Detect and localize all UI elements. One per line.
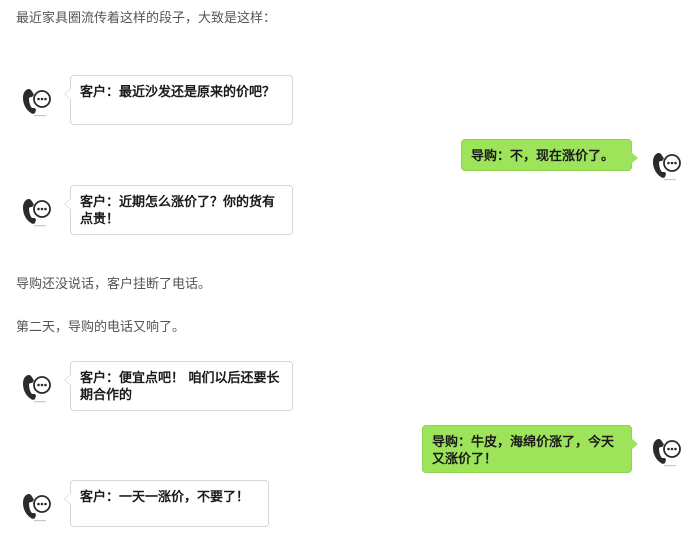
sales-message: 导购：牛皮，海绵价涨了，今天又涨价了！ [422,425,638,473]
phone-chat-icon [650,434,684,468]
sales-message: 导购：不，现在涨价了。 [461,139,638,171]
narration-text: 第二天，导购的电话又响了。 [16,320,186,335]
phone-chat-icon [20,84,54,118]
phone-chat-icon [20,370,54,404]
customer-message: 客户：近期怎么涨价了？你的货有点贵！ [64,185,293,235]
intro-text: 最近家具圈流传着这样的段子，大致是这样： [16,11,277,26]
narration-text: 导购还没说话，客户挂断了电话。 [16,277,212,292]
phone-chat-icon [20,489,54,523]
customer-message: 客户：便宜点吧！ 咱们以后还要长期合作的 [64,361,293,411]
phone-chat-icon [650,148,684,182]
customer-message: 客户：一天一涨价，不要了！ [64,480,269,527]
customer-message: 客户：最近沙发还是原来的价吧？ [64,75,293,125]
phone-chat-icon [20,194,54,228]
